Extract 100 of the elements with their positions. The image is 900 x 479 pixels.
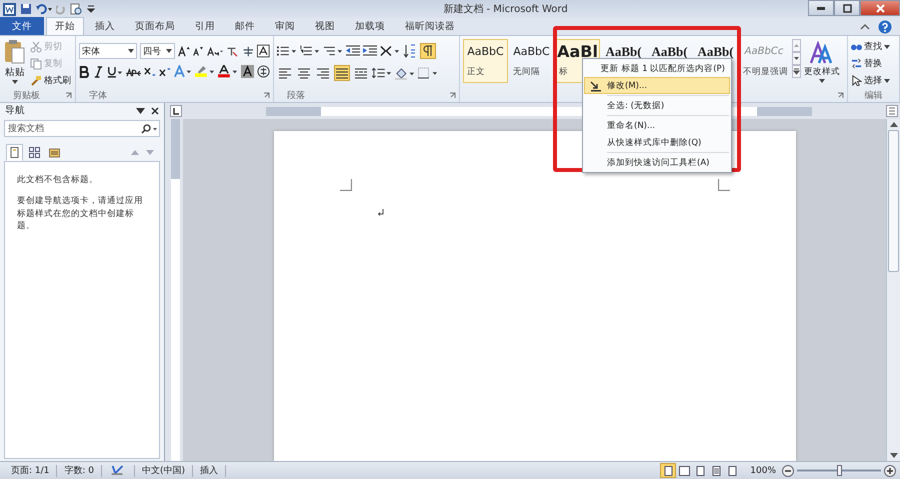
dialog-launcher-icon[interactable]	[263, 92, 270, 99]
caret-icon	[128, 49, 134, 53]
font-name-field[interactable]: 宋体	[79, 43, 138, 59]
page-view-icon	[694, 466, 706, 476]
clipboard-icon	[4, 39, 26, 65]
zoom-out-icon[interactable]	[782, 464, 794, 476]
underline-icon[interactable]	[107, 66, 123, 78]
superscript-icon[interactable]	[159, 66, 171, 78]
scroll-up-icon[interactable]	[890, 122, 898, 127]
ribbon-tab[interactable]: 开始	[46, 17, 84, 35]
view-ruler-icon[interactable]	[886, 105, 898, 117]
style-item[interactable]: AaBbCc 不明显强调	[739, 39, 789, 83]
more-styles-icon[interactable]	[792, 65, 801, 78]
scroll-down-icon[interactable]	[792, 52, 801, 65]
clipboard-button[interactable]: 格式刷	[30, 73, 71, 88]
pane-menu-icon[interactable]	[136, 108, 145, 114]
align-button[interactable]	[334, 65, 350, 81]
maximize-button[interactable]	[834, 0, 860, 16]
bullets-icon[interactable]	[277, 45, 297, 57]
character-border-icon[interactable]	[257, 44, 270, 58]
scroll-down-icon[interactable]	[890, 453, 898, 458]
italic-icon[interactable]	[93, 66, 104, 78]
enclose-characters-icon[interactable]	[257, 65, 270, 78]
zoom-in-icon[interactable]	[884, 464, 896, 476]
shading-icon[interactable]	[395, 66, 415, 80]
dialog-launcher-icon[interactable]	[837, 92, 844, 99]
vertical-scrollbar[interactable]	[886, 119, 900, 461]
borders-icon[interactable]	[418, 67, 438, 79]
ribbon-tab[interactable]: 加载项	[346, 17, 394, 35]
search-icon[interactable]	[141, 124, 157, 134]
chinese-layout-icon[interactable]	[380, 45, 400, 57]
window-title: 新建文档 - Microsoft Word	[442, 2, 569, 16]
change-styles-button[interactable]: 更改样式	[804, 39, 840, 89]
replace-icon	[851, 58, 862, 69]
view-button[interactable]	[676, 463, 692, 478]
editing-button[interactable]: 查找	[851, 39, 896, 54]
view-button[interactable]	[660, 463, 676, 478]
menu-item[interactable]: 修改(M)...	[584, 77, 730, 94]
minimize-button[interactable]	[808, 0, 834, 16]
editing-button[interactable]: 选择	[851, 73, 896, 88]
caret-icon	[819, 79, 825, 83]
increase-indent-icon[interactable]	[363, 45, 377, 57]
status-text[interactable]: 中文(中国)	[135, 464, 194, 476]
highlighter-icon[interactable]	[195, 65, 215, 78]
change-case-icon[interactable]	[207, 44, 224, 58]
dialog-launcher-icon[interactable]	[449, 92, 456, 99]
multilevel-list-icon[interactable]	[323, 45, 343, 57]
line-spacing-icon[interactable]	[372, 67, 392, 79]
ribbon-tab[interactable]: 引用	[186, 17, 224, 35]
ribbon-tab[interactable]: 视图	[306, 17, 344, 35]
paste-button[interactable]: 粘贴	[3, 39, 27, 89]
ribbon-tab[interactable]: 福昕阅读器	[396, 17, 464, 35]
word-logo-icon[interactable]	[3, 2, 16, 16]
menu-item[interactable]: 重命名(N)...	[584, 117, 730, 134]
menu-item[interactable]: 从快速样式库中删除(Q)	[584, 134, 730, 151]
page-view-icon	[726, 466, 738, 476]
editing-button[interactable]: 替换	[851, 56, 896, 71]
zoom-level[interactable]: 100%	[750, 466, 776, 476]
clear-formatting-icon[interactable]	[226, 44, 239, 58]
undo-icon[interactable]	[36, 3, 52, 15]
ribbon-tab[interactable]: 审阅	[266, 17, 304, 35]
font-color-icon[interactable]	[218, 65, 238, 78]
print-preview-icon[interactable]	[70, 2, 83, 16]
status-text[interactable]: 字数: 0	[57, 464, 102, 476]
ribbon-tab[interactable]: 邮件	[226, 17, 264, 35]
customize-toolbar-icon[interactable]	[87, 4, 95, 14]
bold-icon[interactable]	[79, 66, 90, 78]
grow-font-icon[interactable]	[178, 44, 190, 58]
menu-item[interactable]: 全选: (无数据)	[584, 97, 730, 114]
sort-icon[interactable]	[403, 44, 417, 58]
status-text[interactable]: 插入	[193, 464, 226, 476]
font-size-field[interactable]: 四号	[140, 43, 175, 59]
close-button[interactable]	[860, 0, 900, 16]
file-tab[interactable]: 文件	[0, 17, 44, 35]
phonetic-guide-icon[interactable]	[242, 44, 254, 58]
shrink-font-icon[interactable]	[193, 45, 204, 57]
text-effects-icon[interactable]	[174, 65, 192, 78]
tab-selector-icon[interactable]	[170, 105, 182, 117]
close-icon[interactable]	[151, 106, 159, 114]
alignment-icon	[298, 68, 310, 78]
search-field[interactable]: 搜索文档	[4, 120, 160, 137]
decrease-indent-icon[interactable]	[346, 45, 360, 57]
dialog-launcher-icon[interactable]	[65, 92, 72, 99]
save-icon[interactable]	[20, 3, 32, 15]
numbering-icon[interactable]	[300, 45, 320, 57]
ribbon-tab[interactable]: 插入	[86, 17, 124, 35]
caret-icon	[884, 78, 890, 82]
style-item[interactable]: AaBbC 正文	[463, 39, 508, 83]
show-marks-button[interactable]	[420, 43, 436, 59]
strikethrough-icon[interactable]	[126, 66, 141, 78]
navigation-view-tab[interactable]	[6, 144, 23, 160]
status-text[interactable]: 页面: 1/1	[4, 464, 58, 476]
help-icon[interactable]	[878, 20, 892, 34]
style-item[interactable]: AaBbC 无间隔	[509, 39, 554, 83]
minimize-ribbon-icon[interactable]	[860, 22, 870, 30]
ribbon-tab[interactable]: 页面布局	[126, 17, 184, 35]
menu-item[interactable]: 添加到快速访问工具栏(A)	[584, 154, 730, 171]
zoom-slider-thumb[interactable]	[837, 465, 842, 476]
character-shading-icon[interactable]	[241, 65, 254, 78]
subscript-icon[interactable]	[144, 66, 156, 78]
